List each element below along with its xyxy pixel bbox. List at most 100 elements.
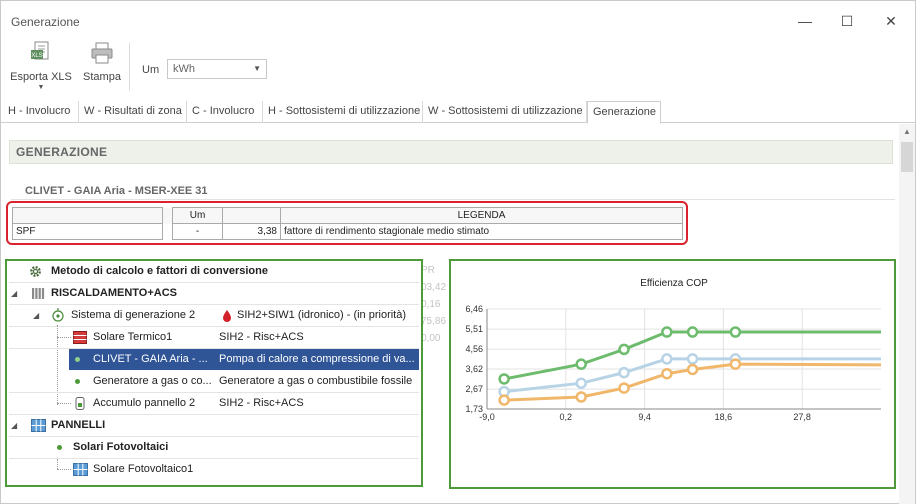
x-tick-label: 9,4 [638, 412, 651, 422]
gen-system-label: Sistema di generazione 2 [71, 309, 196, 321]
tab-w-risultati-di-zona[interactable]: W - Risultati di zona [79, 101, 187, 123]
data-point [498, 373, 510, 385]
x-tick-label: -9,0 [479, 412, 495, 422]
data-point [575, 391, 587, 403]
chevron-down-icon: ▼ [37, 84, 45, 91]
panels-icon [31, 419, 46, 432]
data-point [686, 363, 699, 376]
y-tick-label: 5,51 [465, 324, 483, 334]
item-desc: SIH2 - Risc+ACS [219, 397, 304, 409]
data-point [661, 326, 673, 338]
status-dot-icon [57, 445, 62, 450]
title-bar: Generazione — ☐ ✕ [1, 1, 915, 37]
method-label: Metodo di calcolo e fattori di conversio… [51, 265, 268, 277]
spf-header-legend: LEGENDA [280, 207, 683, 224]
water-drop-icon [223, 310, 231, 322]
spf-header-um: Um [172, 207, 223, 224]
pv-panel-icon [73, 463, 88, 476]
item-name: Accumulo pannello 2 [93, 397, 196, 409]
collapse-icon: ◢ [33, 311, 40, 320]
data-point [618, 366, 630, 379]
item-desc: Generatore a gas o combustibile fossile [219, 375, 413, 387]
export-xls-button[interactable]: XLS Esporta XLS ▼ [9, 41, 73, 91]
y-tick-label: 2,67 [465, 384, 483, 394]
print-label: Stampa [83, 71, 121, 83]
gen-system-desc: SIH2+SIW1 (idronico) - (in priorità) [237, 309, 407, 321]
status-dot-icon [75, 379, 80, 384]
item-name: Generatore a gas o co... [93, 375, 212, 387]
um-select[interactable]: kWh ▼ [167, 59, 267, 79]
heating-label: RISCALDAMENTO+ACS [51, 287, 178, 299]
um-select-value: kWh [173, 63, 195, 75]
tree-row-pv-item[interactable]: Solare Fotovoltaico1 [7, 459, 421, 480]
spf-highlight-box: Um LEGENDA SPF - 3,38 fattore di rendime… [6, 201, 688, 245]
tree-row-gas-generator[interactable]: Generatore a gas o co... Generatore a ga… [7, 371, 421, 392]
data-point [686, 326, 699, 338]
data-point [618, 382, 630, 394]
printer-icon [91, 42, 113, 64]
tree-row-heating[interactable]: ◢ RISCALDAMENTO+ACS [7, 283, 421, 304]
generation-system-icon [52, 308, 64, 322]
spf-name-cell: SPF [12, 223, 163, 240]
tab-w-sottosistemi[interactable]: W - Sottosistemi di utilizzazione [423, 101, 587, 123]
data-point [686, 353, 699, 365]
data-point [618, 343, 630, 356]
um-label: Um [142, 64, 160, 76]
tree-row-storage[interactable]: Accumulo pannello 2 SIH2 - Risc+ACS [7, 393, 421, 414]
data-point [575, 377, 587, 389]
window-title: Generazione [11, 15, 80, 29]
close-button[interactable]: ✕ [873, 9, 909, 33]
item-name: Solare Fotovoltaico1 [93, 463, 194, 475]
chart-title: Efficienza COP [640, 278, 708, 289]
data-point [661, 367, 673, 380]
cop-chart-panel: Efficienza COP 1,73 2,67 3,62 4,56 5,51 6,46 -9… [449, 259, 896, 489]
print-button[interactable]: Stampa [81, 41, 123, 83]
tree-row-method[interactable]: Metodo di calcolo e fattori di conversio… [7, 261, 421, 282]
x-tick-label: 18,6 [715, 412, 733, 422]
status-dot-icon [75, 357, 80, 362]
tree-row-pv-group[interactable]: Solari Fotovoltaici [7, 437, 421, 458]
tab-h-involucro[interactable]: H - Involucro [3, 101, 79, 123]
x-tick-label: 0,2 [560, 412, 573, 422]
item-desc: Pompa di calore a compressione di va... [219, 353, 415, 365]
item-desc: SIH2 - Risc+ACS [219, 331, 304, 343]
spf-header-value [222, 207, 281, 224]
maximize-button[interactable]: ☐ [829, 9, 865, 33]
spf-um-cell: - [172, 223, 223, 240]
radiator-icon [32, 288, 45, 299]
data-point [729, 358, 742, 370]
spf-value-cell: 3,38 [222, 223, 281, 240]
generator-title: CLIVET - GAIA Aria - MSER-XEE 31 [11, 182, 895, 200]
tree-row-gen-system[interactable]: ◢ Sistema di generazione 2 SIH2+SIW1 (id… [7, 305, 421, 326]
tab-generazione[interactable]: Generazione [587, 101, 661, 124]
scroll-up-icon[interactable]: ▲ [903, 127, 911, 136]
tab-c-involucro[interactable]: C - Involucro [187, 101, 263, 123]
solar-thermal-icon [73, 331, 87, 344]
tree-row-solar-thermal[interactable]: Solare Termico1 SIH2 - Risc+ACS [7, 327, 421, 348]
excel-export-icon: XLS [31, 41, 49, 60]
export-xls-label: Esporta XLS [10, 71, 72, 83]
tab-bar: H - Involucro W - Risultati di zona C - … [1, 101, 915, 124]
y-tick-label: 4,56 [465, 344, 483, 354]
tree-row-panels[interactable]: ◢ PANNELLI [7, 415, 421, 436]
vertical-scrollbar[interactable]: ▲ [899, 124, 915, 504]
toolbar-separator [129, 43, 130, 91]
data-point [661, 353, 673, 365]
data-point [498, 394, 510, 406]
svg-text:XLS: XLS [31, 53, 42, 59]
tab-h-sottosistemi[interactable]: H - Sottosistemi di utilizzazione [263, 101, 423, 123]
spf-legend-cell: fattore di rendimento stagionale medio s… [280, 223, 683, 240]
scrollbar-thumb[interactable] [901, 142, 913, 172]
tree-row-heat-pump[interactable]: CLIVET - GAIA Aria - ... Pompa di calore… [69, 349, 419, 370]
window: Generazione — ☐ ✕ XLS Esporta XLS ▼ Stam [0, 0, 916, 504]
chevron-down-icon: ▼ [253, 64, 261, 73]
item-name: CLIVET - GAIA Aria - ... [93, 353, 208, 365]
cop-chart: Efficienza COP1,732,673,624,565,516,46-9… [465, 278, 882, 422]
minimize-button[interactable]: — [787, 9, 823, 33]
generation-tree-panel: Metodo di calcolo e fattori di conversio… [5, 259, 423, 487]
x-tick-label: 27,8 [793, 412, 811, 422]
y-tick-label: 6,46 [465, 304, 483, 314]
collapse-icon: ◢ [11, 421, 18, 430]
spf-header-name [12, 207, 163, 224]
spf-table: Um LEGENDA SPF - 3,38 fattore di rendime… [12, 207, 683, 240]
